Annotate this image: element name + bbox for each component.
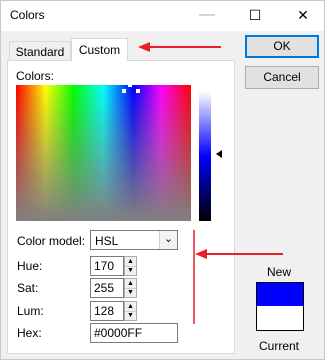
colors-dialog: Colors — ☐ ✕ Standard Custom Colors: Col… bbox=[0, 0, 325, 360]
luminance-pointer-icon[interactable] bbox=[216, 150, 222, 158]
spin-down-icon[interactable]: ▼ bbox=[125, 288, 136, 297]
color-spectrum-picker[interactable] bbox=[16, 83, 191, 221]
close-icon[interactable]: ✕ bbox=[280, 1, 325, 31]
hue-spinner[interactable]: ▲ ▼ bbox=[124, 256, 137, 276]
ok-button[interactable]: OK bbox=[245, 35, 319, 58]
color-model-label: Color model: bbox=[17, 234, 86, 248]
sat-spinner[interactable]: ▲ ▼ bbox=[124, 278, 137, 298]
current-color-label: Current bbox=[259, 339, 300, 353]
chevron-down-icon[interactable]: ⌄ bbox=[159, 231, 177, 249]
lum-label: Lum: bbox=[17, 304, 44, 318]
hex-input[interactable]: #0000FF bbox=[90, 323, 178, 343]
minimize-icon: — bbox=[199, 6, 215, 23]
tab-standard[interactable]: Standard bbox=[9, 41, 71, 61]
spin-down-icon[interactable]: ▼ bbox=[125, 266, 136, 275]
new-color-swatch bbox=[256, 282, 304, 306]
luminance-slider[interactable] bbox=[199, 91, 211, 221]
hue-input[interactable]: 170 bbox=[90, 256, 124, 276]
hue-label: Hue: bbox=[17, 259, 43, 273]
cancel-button[interactable]: Cancel bbox=[245, 66, 319, 89]
spectrum-crosshair-mark bbox=[122, 89, 126, 93]
tab-custom[interactable]: Custom bbox=[71, 38, 128, 61]
custom-tab-panel: Colors: Color model: HSL ⌄ Hue: 170 ▲ ▼ … bbox=[7, 60, 235, 354]
sat-input[interactable]: 255 bbox=[90, 278, 124, 298]
hex-label: Hex: bbox=[17, 326, 42, 340]
window-title: Colors bbox=[10, 8, 45, 22]
spin-down-icon[interactable]: ▼ bbox=[125, 311, 136, 320]
lum-input[interactable]: 128 bbox=[90, 301, 124, 321]
annotation-arrow-custom-tab bbox=[138, 42, 221, 52]
title-bar: Colors — ☐ ✕ bbox=[1, 1, 324, 31]
sat-label: Sat: bbox=[17, 281, 39, 295]
color-model-dropdown[interactable]: HSL ⌄ bbox=[90, 230, 178, 250]
current-color-swatch bbox=[256, 306, 304, 331]
color-model-value: HSL bbox=[95, 234, 119, 248]
colors-label: Colors: bbox=[16, 69, 55, 83]
spectrum-crosshair[interactable] bbox=[128, 83, 132, 87]
lum-spinner[interactable]: ▲ ▼ bbox=[124, 301, 137, 321]
spectrum-crosshair-mark bbox=[136, 89, 140, 93]
new-color-label: New bbox=[267, 265, 292, 279]
maximize-icon[interactable]: ☐ bbox=[232, 1, 278, 31]
